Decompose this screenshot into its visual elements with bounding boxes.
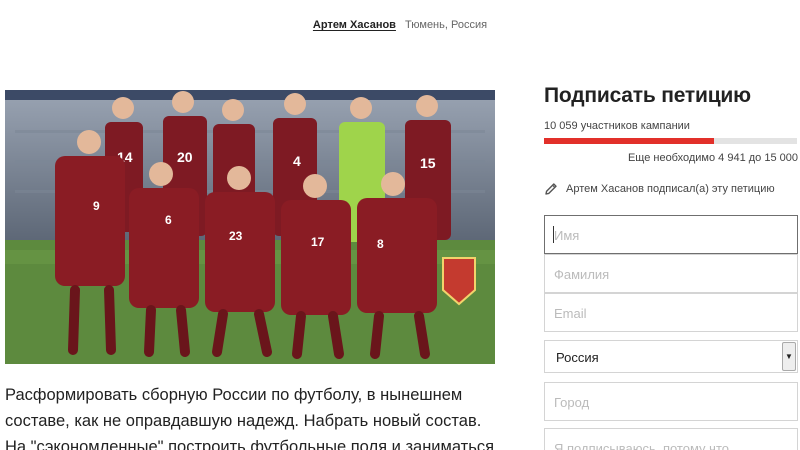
pencil-icon	[545, 183, 557, 195]
first-name-input[interactable]: Имя	[544, 215, 798, 254]
progress-fill	[544, 138, 714, 144]
author-link[interactable]: Артем Хасанов	[313, 19, 396, 31]
email-input[interactable]: Email	[544, 293, 798, 332]
reason-textarea[interactable]: Я подписываюсь, потому что	[544, 428, 798, 450]
svg-text:4: 4	[293, 153, 301, 169]
petition-description: Расформировать сборную России по футболу…	[5, 386, 495, 450]
svg-text:23: 23	[229, 229, 243, 243]
country-value: Россия	[556, 350, 599, 365]
petition-photo: 14 20 4 15 96 23 17 8	[5, 90, 495, 364]
svg-text:9: 9	[93, 199, 100, 213]
sign-panel: Подписать петицию 10 059 участников камп…	[544, 84, 800, 196]
sign-title: Подписать петицию	[544, 84, 751, 107]
author-location: Тюмень, Россия	[405, 19, 488, 31]
svg-text:6: 6	[165, 213, 172, 227]
signatures-remaining: Еще необходимо 4 941 до 15 000	[627, 152, 798, 164]
svg-text:20: 20	[177, 149, 193, 165]
signature-progress-bar	[544, 138, 797, 144]
signed-note-text: Артем Хасанов подписал(а) эту петицию	[566, 183, 775, 195]
svg-text:17: 17	[311, 235, 325, 249]
country-select[interactable]: Россия ▼	[544, 340, 798, 373]
svg-text:15: 15	[420, 155, 436, 171]
last-name-input[interactable]: Фамилия	[544, 254, 798, 293]
reason-placeholder: Я подписываюсь, потому что	[554, 441, 729, 450]
svg-text:8: 8	[377, 237, 384, 251]
recent-signer-note: Артем Хасанов подписал(а) эту петицию	[544, 182, 800, 196]
author-line: Артем Хасанов Тюмень, Россия	[0, 19, 800, 31]
last-name-placeholder: Фамилия	[554, 267, 610, 282]
chevron-down-icon[interactable]: ▼	[782, 342, 796, 371]
email-placeholder: Email	[554, 306, 587, 321]
city-input[interactable]: Город	[544, 382, 798, 421]
first-name-placeholder: Имя	[554, 228, 580, 243]
participants-count: 10 059 участников кампании	[544, 120, 690, 132]
city-placeholder: Город	[554, 395, 590, 410]
